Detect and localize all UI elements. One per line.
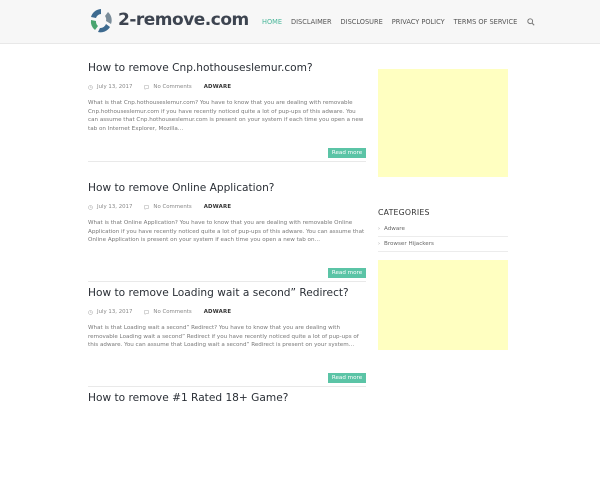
main-nav: HOME DISCLAIMER DISCLOSURE PRIVACY POLIC… — [262, 16, 535, 28]
category-adware[interactable]: › Adware — [378, 222, 508, 237]
post-divider — [88, 281, 366, 282]
chevron-right-icon: › — [378, 241, 380, 247]
chevron-right-icon: › — [378, 226, 380, 232]
category-label: Adware — [384, 226, 405, 232]
post-comments-link[interactable]: No Comments — [153, 204, 191, 210]
post-divider — [88, 386, 366, 387]
post-meta: July 13, 2017 No Comments ADWARE — [88, 308, 231, 316]
clock-icon — [88, 309, 93, 315]
comment-icon — [144, 309, 150, 315]
post-meta: July 13, 2017 No Comments ADWARE — [88, 83, 231, 91]
post-item: How to remove Cnp.hothouseslemur.com? Ju… — [88, 62, 366, 172]
post-date: July 13, 2017 — [97, 309, 133, 315]
post-date: July 13, 2017 — [97, 204, 133, 210]
nav-disclaimer[interactable]: DISCLAIMER — [291, 18, 332, 26]
post-excerpt: What is that Loading wait a second” Redi… — [88, 325, 359, 349]
post-category-link[interactable]: ADWARE — [204, 204, 232, 210]
post-divider — [88, 161, 366, 162]
nav-terms-of-service[interactable]: TERMS OF SERVICE — [454, 18, 518, 26]
category-browser-hijackers[interactable]: › Browser Hijackers — [378, 237, 508, 252]
comment-icon — [144, 84, 150, 90]
site-header: 2-remove.com HOME DISCLAIMER DISCLOSURE … — [0, 0, 600, 44]
post-item: How to remove Online Application? July 1… — [88, 182, 366, 292]
logo-icon — [90, 9, 112, 33]
post-item: How to remove #1 Rated 18+ Game? — [88, 392, 366, 502]
clock-icon — [88, 204, 93, 210]
read-more-button[interactable]: Read more — [328, 373, 366, 383]
categories-list: › Adware › Browser Hijackers — [378, 222, 508, 252]
category-label: Browser Hijackers — [384, 241, 434, 247]
post-title[interactable]: How to remove Cnp.hothouseslemur.com? — [88, 62, 313, 74]
nav-home[interactable]: HOME — [262, 18, 282, 26]
read-more-button[interactable]: Read more — [328, 268, 366, 278]
post-category-link[interactable]: ADWARE — [204, 84, 232, 90]
post-title[interactable]: How to remove Loading wait a second” Red… — [88, 287, 349, 299]
site-name: 2-remove.com — [118, 10, 249, 30]
post-date: July 13, 2017 — [97, 84, 133, 90]
nav-privacy-policy[interactable]: PRIVACY POLICY — [392, 18, 445, 26]
post-excerpt: What is that Cnp.hothouseslemur.com? You… — [88, 100, 364, 132]
post-comments-link[interactable]: No Comments — [153, 84, 191, 90]
read-more-button[interactable]: Read more — [328, 148, 366, 158]
post-comments-link[interactable]: No Comments — [153, 309, 191, 315]
post-excerpt: What is that Online Application? You hav… — [88, 220, 365, 244]
clock-icon — [88, 84, 93, 90]
post-title[interactable]: How to remove Online Application? — [88, 182, 274, 194]
categories-title: CATEGORIES — [378, 208, 430, 217]
post-category-link[interactable]: ADWARE — [204, 309, 232, 315]
post-meta: July 13, 2017 No Comments ADWARE — [88, 203, 231, 211]
comment-icon — [144, 204, 150, 210]
post-item: How to remove Loading wait a second” Red… — [88, 287, 366, 397]
post-title[interactable]: How to remove #1 Rated 18+ Game? — [88, 392, 288, 404]
search-icon[interactable] — [527, 18, 535, 26]
ad-banner[interactable] — [378, 69, 508, 177]
site-logo[interactable]: 2-remove.com — [88, 7, 249, 35]
ad-banner[interactable] — [378, 260, 508, 350]
nav-disclosure[interactable]: DISCLOSURE — [341, 18, 383, 26]
